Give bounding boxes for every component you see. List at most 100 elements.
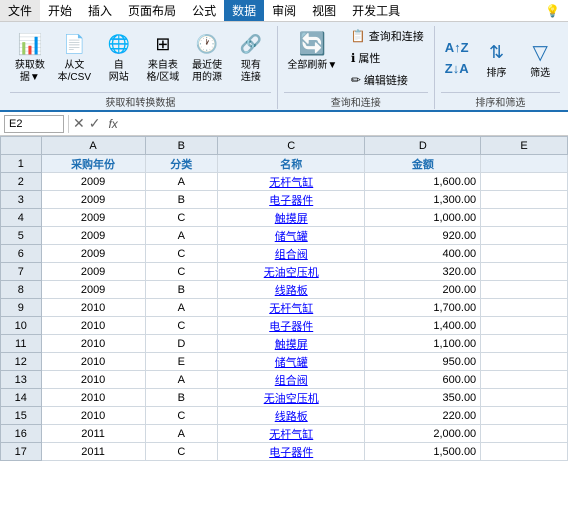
data-cell-b[interactable]: C <box>145 317 217 335</box>
data-cell-c[interactable]: 组合阀 <box>217 371 365 389</box>
cancel-icon[interactable]: ✕ <box>73 115 85 132</box>
menu-file[interactable]: 文件 <box>0 0 40 21</box>
data-cell-a[interactable]: 2009 <box>41 281 145 299</box>
data-cell-d[interactable]: 1,500.00 <box>365 443 481 461</box>
from-web-button[interactable]: 🌐 自 网站 <box>99 26 139 86</box>
data-cell-c[interactable]: 无油空压机 <box>217 263 365 281</box>
data-cell-b[interactable]: E <box>145 353 217 371</box>
data-cell-d[interactable]: 1,100.00 <box>365 335 481 353</box>
data-cell-c[interactable]: 无油空压机 <box>217 389 365 407</box>
data-cell-c[interactable]: 储气罐 <box>217 353 365 371</box>
cell-reference-box[interactable]: E2 <box>4 115 64 133</box>
header-cell-b[interactable]: 分类 <box>145 155 217 173</box>
data-cell-e[interactable] <box>481 245 568 263</box>
properties-button[interactable]: ℹ 属性 <box>347 48 428 68</box>
col-header-d[interactable]: D <box>365 137 481 155</box>
data-cell-e[interactable] <box>481 317 568 335</box>
sort-az-button[interactable]: A↑Z <box>441 38 473 57</box>
sort-za-button[interactable]: Z↓A <box>441 59 473 78</box>
edit-links-button[interactable]: ✏ 编辑链接 <box>347 70 428 90</box>
data-cell-b[interactable]: A <box>145 173 217 191</box>
data-cell-a[interactable]: 2009 <box>41 263 145 281</box>
data-cell-b[interactable]: A <box>145 227 217 245</box>
header-cell-a[interactable]: 采购年份 <box>41 155 145 173</box>
data-cell-d[interactable]: 220.00 <box>365 407 481 425</box>
data-cell-c[interactable]: 无杆气缸 <box>217 173 365 191</box>
data-cell-d[interactable]: 600.00 <box>365 371 481 389</box>
from-text-button[interactable]: 📄 从文 本/CSV <box>54 26 95 86</box>
data-cell-e[interactable] <box>481 191 568 209</box>
data-cell-b[interactable]: D <box>145 335 217 353</box>
header-cell-e[interactable] <box>481 155 568 173</box>
data-cell-a[interactable]: 2010 <box>41 335 145 353</box>
data-cell-d[interactable]: 400.00 <box>365 245 481 263</box>
sort-button[interactable]: ⇅ 排序 <box>477 34 517 82</box>
data-cell-b[interactable]: A <box>145 299 217 317</box>
data-cell-b[interactable]: A <box>145 425 217 443</box>
data-cell-e[interactable] <box>481 173 568 191</box>
queries-conn-button[interactable]: 📋 查询和连接 <box>347 26 428 46</box>
data-cell-a[interactable]: 2010 <box>41 353 145 371</box>
data-cell-c[interactable]: 无杆气缸 <box>217 425 365 443</box>
data-cell-e[interactable] <box>481 407 568 425</box>
data-cell-d[interactable]: 950.00 <box>365 353 481 371</box>
data-cell-e[interactable] <box>481 389 568 407</box>
menu-page-layout[interactable]: 页面布局 <box>120 0 184 21</box>
col-header-e[interactable]: E <box>481 137 568 155</box>
data-cell-e[interactable] <box>481 209 568 227</box>
data-cell-c[interactable]: 电子器件 <box>217 317 365 335</box>
data-cell-d[interactable]: 1,000.00 <box>365 209 481 227</box>
data-cell-c[interactable]: 储气罐 <box>217 227 365 245</box>
data-cell-d[interactable]: 1,300.00 <box>365 191 481 209</box>
data-cell-b[interactable]: C <box>145 209 217 227</box>
refresh-all-button[interactable]: 🔄 全部刷新▼ <box>284 26 341 74</box>
menu-insert[interactable]: 插入 <box>80 0 120 21</box>
data-cell-a[interactable]: 2010 <box>41 299 145 317</box>
data-cell-a[interactable]: 2009 <box>41 245 145 263</box>
data-cell-e[interactable] <box>481 299 568 317</box>
data-cell-a[interactable]: 2011 <box>41 425 145 443</box>
data-cell-e[interactable] <box>481 371 568 389</box>
data-cell-d[interactable]: 2,000.00 <box>365 425 481 443</box>
data-cell-c[interactable]: 线路板 <box>217 407 365 425</box>
data-cell-b[interactable]: C <box>145 407 217 425</box>
menu-developer[interactable]: 开发工具 <box>344 0 408 21</box>
menu-data[interactable]: 数据 <box>224 0 264 21</box>
data-cell-d[interactable]: 1,600.00 <box>365 173 481 191</box>
menu-review[interactable]: 审阅 <box>264 0 304 21</box>
data-cell-a[interactable]: 2011 <box>41 443 145 461</box>
data-cell-b[interactable]: B <box>145 389 217 407</box>
menu-formula[interactable]: 公式 <box>184 0 224 21</box>
col-header-c[interactable]: C <box>217 137 365 155</box>
menu-help-icon[interactable]: 💡 <box>537 2 568 20</box>
data-cell-d[interactable]: 1,700.00 <box>365 299 481 317</box>
data-cell-e[interactable] <box>481 281 568 299</box>
data-cell-b[interactable]: C <box>145 443 217 461</box>
data-cell-a[interactable]: 2009 <box>41 209 145 227</box>
menu-home[interactable]: 开始 <box>40 0 80 21</box>
data-cell-a[interactable]: 2010 <box>41 371 145 389</box>
header-cell-d[interactable]: 金额 <box>365 155 481 173</box>
data-cell-b[interactable]: B <box>145 281 217 299</box>
data-cell-c[interactable]: 组合阀 <box>217 245 365 263</box>
data-cell-c[interactable]: 触摸屏 <box>217 209 365 227</box>
data-cell-e[interactable] <box>481 425 568 443</box>
existing-conn-button[interactable]: 🔗 现有 连接 <box>231 26 271 86</box>
data-cell-c[interactable]: 电子器件 <box>217 191 365 209</box>
data-cell-e[interactable] <box>481 443 568 461</box>
data-cell-a[interactable]: 2010 <box>41 389 145 407</box>
data-cell-d[interactable]: 1,400.00 <box>365 317 481 335</box>
data-cell-c[interactable]: 触摸屏 <box>217 335 365 353</box>
data-cell-e[interactable] <box>481 335 568 353</box>
header-cell-c[interactable]: 名称 <box>217 155 365 173</box>
data-cell-d[interactable]: 200.00 <box>365 281 481 299</box>
data-cell-c[interactable]: 线路板 <box>217 281 365 299</box>
from-table-button[interactable]: ⊞ 来自表 格/区域 <box>143 26 184 86</box>
col-header-a[interactable]: A <box>41 137 145 155</box>
data-cell-e[interactable] <box>481 227 568 245</box>
data-cell-b[interactable]: A <box>145 371 217 389</box>
data-cell-a[interactable]: 2009 <box>41 227 145 245</box>
menu-view[interactable]: 视图 <box>304 0 344 21</box>
data-cell-c[interactable]: 无杆气缸 <box>217 299 365 317</box>
data-cell-e[interactable] <box>481 263 568 281</box>
